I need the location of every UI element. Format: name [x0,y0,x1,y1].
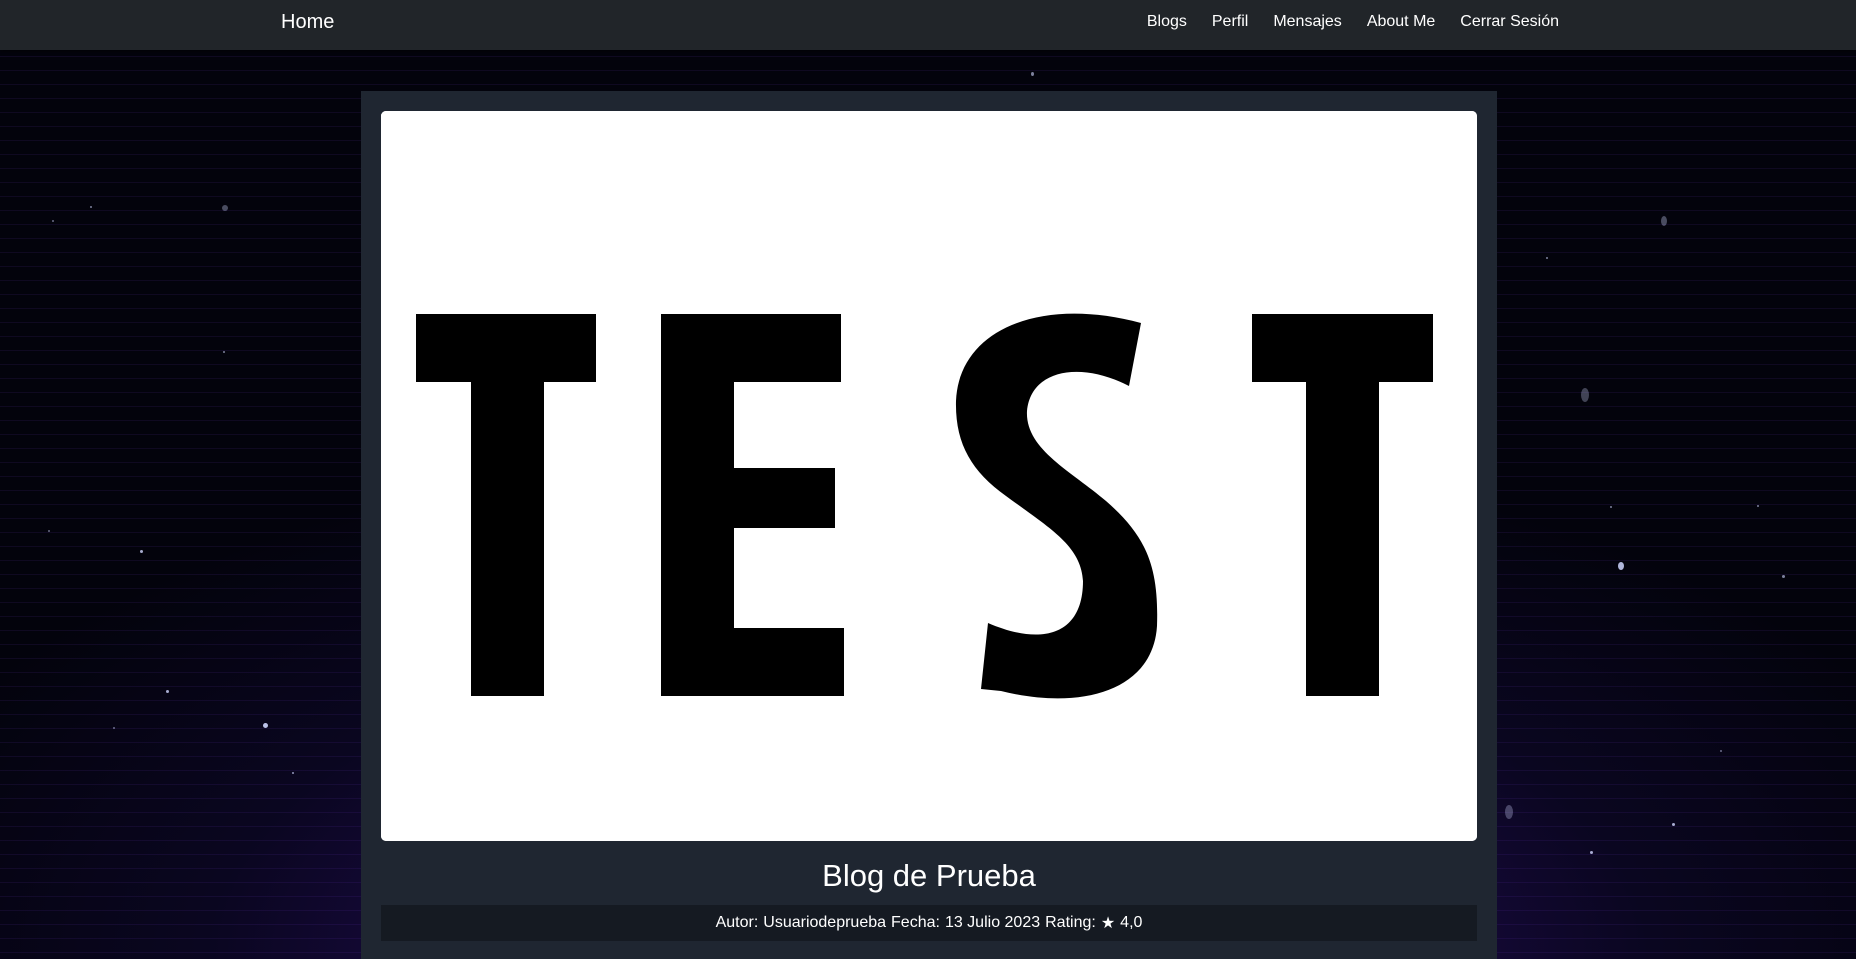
star [1618,562,1624,570]
post-meta-bar: Autor: Usuariodeprueba Fecha: 13 Julio 2… [381,905,1477,941]
star [222,205,228,211]
nav-link-cerrar-sesion[interactable]: Cerrar Sesión [1460,13,1559,31]
rating-label: Rating: [1045,914,1096,931]
star [223,351,225,353]
nav-links: Blogs Perfil Mensajes About Me Cerrar Se… [1147,13,1559,31]
nav-link-about-me[interactable]: About Me [1367,13,1435,31]
star [52,220,54,222]
star [1581,388,1589,402]
nav-link-blogs[interactable]: Blogs [1147,13,1187,31]
star [113,727,115,729]
star-icon: ★ [1100,915,1116,932]
star [1757,505,1759,507]
author-label: Autor: [715,914,759,931]
star [1720,750,1722,752]
star [166,690,169,693]
top-navbar: Home Blogs Perfil Mensajes About Me Cerr… [0,0,1856,50]
star [1505,805,1513,819]
star [1031,72,1034,76]
star [1661,216,1667,226]
author-name: Usuariodeprueba [763,914,887,931]
test-image-graphic [381,111,1477,841]
nav-link-mensajes[interactable]: Mensajes [1273,13,1341,31]
star [1590,851,1593,854]
nav-link-perfil[interactable]: Perfil [1212,13,1248,31]
star [1610,506,1612,508]
rating-value: 4,0 [1120,914,1143,931]
post-title: Blog de Prueba [822,858,1036,893]
star [140,550,143,553]
post-date: 13 Julio 2023 [944,914,1041,931]
star [90,206,92,208]
star [292,772,294,774]
blog-post-image [381,111,1477,841]
home-link[interactable]: Home [281,11,334,34]
blog-post-card: Blog de Prueba Autor: Usuariodeprueba Fe… [361,91,1497,959]
star [1672,823,1675,826]
date-label: Fecha: [891,914,940,931]
star [48,530,50,532]
star [263,723,268,728]
star [1782,575,1785,578]
star [1546,257,1548,259]
